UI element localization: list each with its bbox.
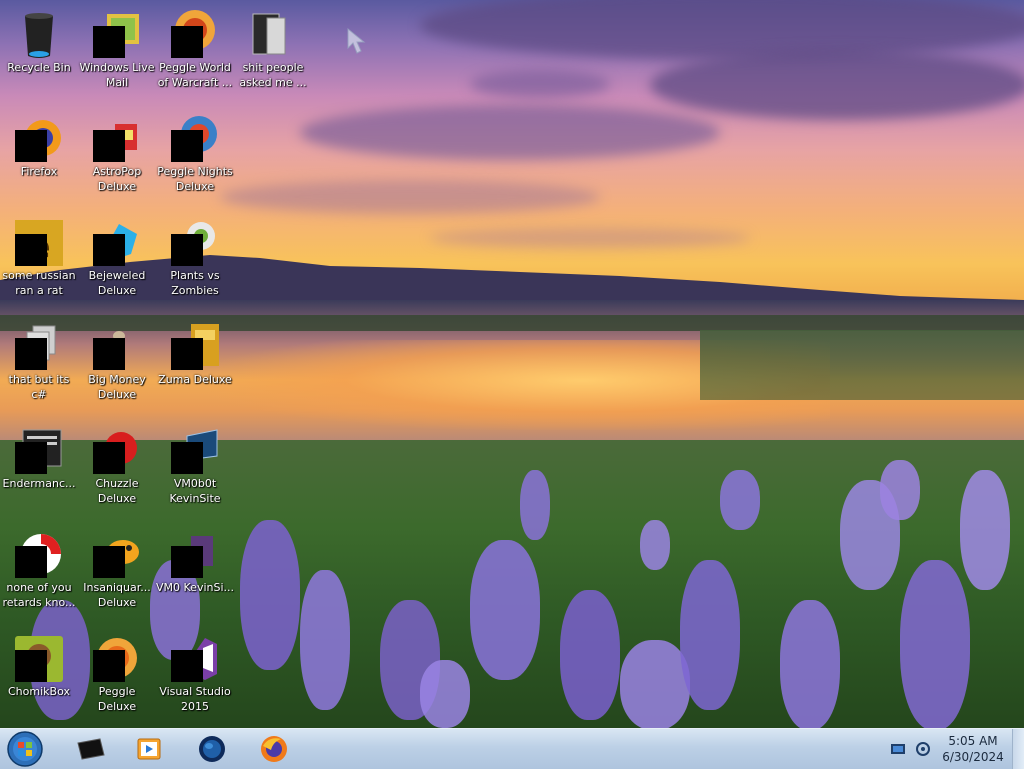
redaction-block: [93, 338, 125, 370]
redaction-block: [93, 26, 125, 58]
taskbar-pinned-app-2[interactable]: [122, 731, 178, 767]
media-player-icon: [137, 738, 161, 760]
icon-label: Chuzzle Deluxe: [95, 477, 139, 505]
icon-label: shit people asked me ...: [239, 61, 307, 89]
recycle-bin-icon: [25, 13, 53, 58]
redaction-block: [93, 442, 125, 474]
icon-label: VM0b0t KevinSite: [169, 477, 221, 505]
wallpaper-cloud: [300, 105, 720, 160]
desktop-icon-chuzzle[interactable]: Chuzzle Deluxe: [78, 420, 156, 520]
redaction-block: [15, 338, 47, 370]
taskbar: 5:05 AM 6/30/2024: [0, 728, 1024, 769]
desktop-icon-none-of-you[interactable]: none of you retards kno...: [0, 524, 78, 624]
icon-label: Peggle Deluxe: [97, 685, 137, 713]
icon-label: Bejeweled Deluxe: [88, 269, 146, 297]
firefox-icon: [261, 736, 287, 762]
wallpaper-cloud: [220, 180, 600, 214]
icon-label: Visual Studio 2015: [159, 685, 231, 713]
black-box-icon: [77, 738, 105, 760]
redaction-block: [93, 130, 125, 162]
redaction-block: [171, 26, 203, 58]
icon-label: Firefox: [20, 165, 58, 178]
redaction-block: [171, 338, 203, 370]
redaction-block: [171, 442, 203, 474]
desktop-icon-endermanch[interactable]: Endermanc...: [0, 420, 78, 520]
desktop-icon-big-money[interactable]: Big Money Deluxe: [78, 316, 156, 416]
redaction-block: [15, 130, 47, 162]
desktop-icon-astropop[interactable]: AstroPop Deluxe: [78, 108, 156, 208]
desktop-icon-peggle-nights[interactable]: Peggle Nights Deluxe: [156, 108, 234, 208]
desktop-icon-peggle-world-of-warcraft[interactable]: Peggle World of Warcraft ...: [156, 4, 234, 104]
redaction-block: [171, 234, 203, 266]
icon-label: some russian ran a rat: [2, 269, 76, 297]
redaction-block: [171, 650, 203, 682]
icon-label: VM0 KevinSi...: [156, 581, 235, 594]
windows-orb-icon[interactable]: [5, 730, 45, 768]
icon-label: that but its c#: [8, 373, 70, 401]
redaction-block: [93, 546, 125, 578]
taskbar-pinned-app-3[interactable]: [185, 731, 241, 767]
show-desktop-button[interactable]: [1012, 729, 1024, 769]
icon-label: ChomikBox: [8, 685, 70, 698]
desktop-icon-shit-people[interactable]: shit people asked me ...: [234, 4, 312, 104]
network-icon[interactable]: [890, 741, 906, 757]
clock-date: 6/30/2024: [942, 750, 1004, 764]
folder-icon: [252, 13, 286, 55]
wallpaper-marsh: [700, 330, 1024, 400]
icon-label: AstroPop Deluxe: [92, 165, 142, 193]
icon-label: Insaniquar... Deluxe: [83, 581, 151, 609]
desktop-icon-vm0-kevinsi[interactable]: VM0 KevinSi...: [156, 524, 234, 624]
icon-label: Recycle Bin: [7, 61, 71, 74]
desktop-icon-visual-studio-2015[interactable]: Visual Studio 2015: [156, 628, 234, 728]
volume-icon[interactable]: [915, 741, 931, 757]
redaction-block: [171, 546, 203, 578]
desktop-icon-recycle-bin[interactable]: Recycle Bin: [0, 4, 78, 104]
redaction-block: [15, 546, 47, 578]
system-clock[interactable]: 5:05 AM 6/30/2024: [936, 733, 1010, 765]
desktop-icon-bejeweled[interactable]: Bejeweled Deluxe: [78, 212, 156, 312]
taskbar-pinned-app-4[interactable]: [247, 731, 303, 767]
icon-label: Peggle Nights Deluxe: [157, 165, 233, 193]
icon-label: Peggle World of Warcraft ...: [157, 61, 233, 89]
icon-label: Zuma Deluxe: [158, 373, 232, 386]
desktop-icon-chomikbox[interactable]: ChomikBox: [0, 628, 78, 728]
desktop-icon-that-but-c-sharp[interactable]: that but its c#: [0, 316, 78, 416]
redaction-block: [93, 650, 125, 682]
desktop-icon-insaniquarium[interactable]: Insaniquar... Deluxe: [78, 524, 156, 624]
desktop-icon-peggle-deluxe[interactable]: Peggle Deluxe: [78, 628, 156, 728]
desktop-icon-windows-live-mail[interactable]: Windows Live Mail: [78, 4, 156, 104]
desktop-icon-plants-vs-zombies[interactable]: Plants vs Zombies: [156, 212, 234, 312]
redaction-block: [15, 234, 47, 266]
desktop-icon-firefox[interactable]: Firefox: [0, 108, 78, 208]
icon-label: Endermanc...: [2, 477, 76, 490]
redaction-block: [15, 442, 47, 474]
globe-icon: [199, 736, 225, 762]
clock-time: 5:05 AM: [948, 734, 998, 748]
redaction-block: [15, 650, 47, 682]
desktop-icon-russian-rat[interactable]: e some russian ran a rat: [0, 212, 78, 312]
redaction-block: [93, 234, 125, 266]
icon-label: Windows Live Mail: [79, 61, 155, 89]
icon-label: none of you retards kno...: [2, 581, 76, 609]
desktop-icon-vm0b0t-kevinsite[interactable]: VM0b0t KevinSite: [156, 420, 234, 520]
wallpaper-cloud: [470, 70, 610, 98]
icon-label: Big Money Deluxe: [88, 373, 146, 401]
wallpaper-cloud: [650, 50, 1024, 120]
desktop-icon-zuma[interactable]: Zuma Deluxe: [156, 316, 234, 416]
redaction-block: [171, 130, 203, 162]
mouse-cursor: [347, 27, 366, 54]
icon-label: Plants vs Zombies: [170, 269, 220, 297]
taskbar-pinned-app-1[interactable]: [64, 731, 120, 767]
